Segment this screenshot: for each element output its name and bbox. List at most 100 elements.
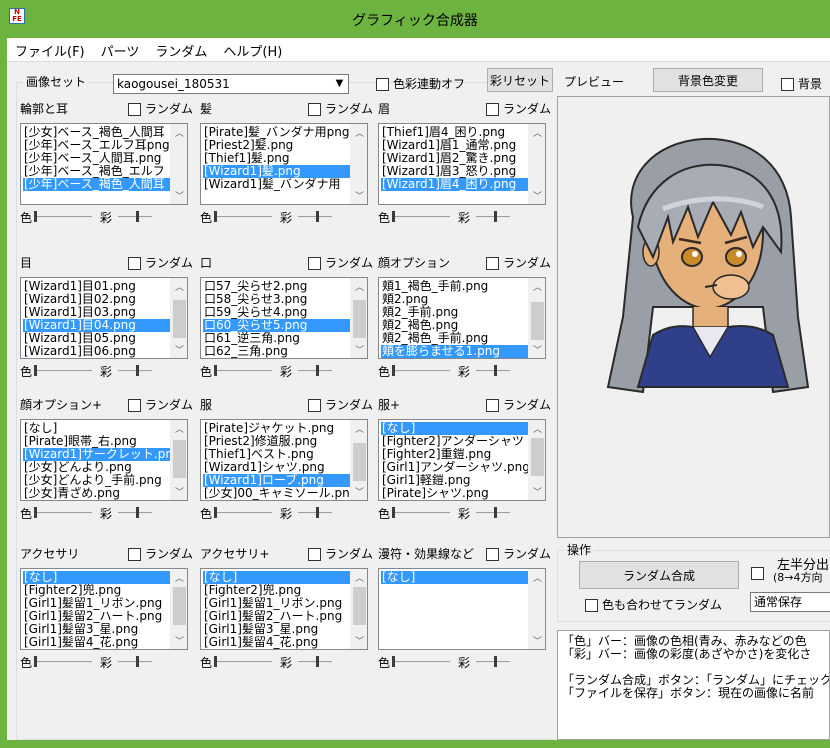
list-item[interactable]: [少女]ベース_褐色_人間耳 [23,126,170,139]
scroll-thumb[interactable] [353,587,366,625]
sat-slider-handle[interactable] [316,365,319,376]
list-item[interactable]: [Wizard1]眉3_怒り.png [381,165,528,178]
random-checkbox[interactable]: ランダム [128,547,193,561]
list-item[interactable]: [Wizard1]眉2_驚き.png [381,152,528,165]
chevron-up-icon[interactable]: ︿ [529,571,545,584]
list-item[interactable]: [Wizard1]サークレット.png [23,448,170,461]
parts-listbox[interactable]: [なし] [Fighter2]兜.png [Girl1]髪留1_リボン.png [Gi… [200,568,368,650]
scrollbar[interactable]: ︿ ﹀ [528,420,545,500]
checkbox-box[interactable] [751,567,764,580]
sat-slider-handle[interactable] [494,365,497,376]
random-checkbox[interactable]: ランダム [308,398,373,412]
list-item[interactable]: [Girl1]アンダーシャツ.png [381,461,528,474]
chevron-down-icon[interactable]: ﹀ [351,485,367,498]
color-slider-handle[interactable] [392,656,395,667]
random-checkbox[interactable]: ランダム [308,547,373,561]
list-item[interactable]: [Thief1]ベスト.png [203,448,350,461]
menu-help[interactable]: ヘルプ(H) [215,38,290,62]
scroll-thumb[interactable] [353,443,366,481]
bg-color-button[interactable]: 背景色変更 [653,68,763,92]
chevron-up-icon[interactable]: ︿ [171,571,187,584]
chevron-up-icon[interactable]: ︿ [171,280,187,293]
color-slider[interactable] [34,661,92,663]
random-checkbox[interactable]: ランダム [128,102,193,116]
checkbox-box[interactable] [308,547,321,561]
parts-listbox[interactable]: [なし] [Pirate]眼帯_右.png [Wizard1]サークレット.png[… [20,419,188,501]
list-item[interactable]: [Girl1]髪留3_星.png [203,623,350,636]
color-slider-handle[interactable] [214,365,217,376]
scrollbar[interactable]: ︿ ﹀ [170,124,187,204]
sat-slider-handle[interactable] [316,211,319,222]
checkbox-box[interactable] [486,547,499,561]
list-item[interactable]: [Wizard1]目01.png [23,280,170,293]
checkbox-box[interactable] [585,598,598,612]
color-random-checkbox[interactable]: 色も合わせてランダム [585,598,722,612]
split-checkbox[interactable] [751,567,768,580]
scrollbar[interactable]: ︿ ﹀ [528,124,545,204]
list-item[interactable]: [少年]ベース_褐色_人間耳 [23,178,170,191]
list-item[interactable]: 口62_三角.png [203,345,350,358]
checkbox-box[interactable] [486,256,499,270]
color-slider[interactable] [34,512,92,514]
list-item[interactable]: 口60_尖らせ5.png [203,319,350,332]
sat-slider[interactable] [118,216,152,218]
chevron-down-icon[interactable]: ﹀ [529,634,545,647]
checkbox-box[interactable] [308,256,321,270]
sat-slider[interactable] [476,370,510,372]
list-item[interactable]: [少女]どんより_手前.png [23,474,170,487]
list-item[interactable]: 頬2.png [381,293,528,306]
chevron-down-icon[interactable]: ﹀ [171,343,187,356]
chevron-down-icon[interactable]: ﹀ [351,189,367,202]
list-item[interactable]: 頬2_褐色_手前.png [381,332,528,345]
sat-slider[interactable] [298,370,332,372]
bg-checkbox[interactable]: 背景 [781,77,822,91]
chevron-down-icon[interactable]: ﹀ [529,343,545,356]
sat-slider-handle[interactable] [136,365,139,376]
list-item[interactable]: [Girl1]髪留1_リボン.png [23,597,170,610]
color-slider[interactable] [392,216,450,218]
saturation-reset-button[interactable]: 彩リセット [487,68,553,92]
color-slider[interactable] [214,216,272,218]
list-item[interactable]: [少年]ベース_エルフ耳png [23,139,170,152]
list-item[interactable]: 口57_尖らせ2.png [203,280,350,293]
list-item[interactable]: [Wizard1]目03.png [23,306,170,319]
list-item[interactable]: [少年]ベース_人間耳.png [23,152,170,165]
list-item[interactable]: [Girl1]髪留4_花.png [203,636,350,649]
menu-parts[interactable]: パーツ [93,38,148,62]
random-checkbox[interactable]: ランダム [128,256,193,270]
chevron-up-icon[interactable]: ︿ [171,126,187,139]
color-slider[interactable] [214,661,272,663]
scroll-thumb[interactable] [353,300,366,338]
chevron-down-icon[interactable]: ▼ [331,75,348,93]
random-checkbox[interactable]: ランダム [486,398,551,412]
random-checkbox[interactable]: ランダム [308,256,373,270]
sat-slider[interactable] [476,216,510,218]
list-item[interactable]: [なし] [23,422,170,435]
checkbox-box[interactable] [781,77,794,91]
checkbox-box[interactable] [308,398,321,412]
sat-slider-handle[interactable] [136,656,139,667]
scrollbar[interactable]: ︿ ﹀ [170,278,187,358]
color-slider[interactable] [392,512,450,514]
list-item[interactable]: [Pirate]髪_バンダナ用png [203,126,350,139]
list-item[interactable]: [Wizard1]髪_バンダナ用 [203,178,350,191]
list-item[interactable]: [Girl1]髪留1_リボン.png [203,597,350,610]
sat-slider-handle[interactable] [136,507,139,518]
sat-slider[interactable] [298,661,332,663]
scrollbar[interactable]: ︿ ﹀ [528,278,545,358]
sat-slider[interactable] [298,512,332,514]
chevron-up-icon[interactable]: ︿ [529,280,545,293]
checkbox-box[interactable] [376,77,389,91]
list-item[interactable]: [Wizard1]髪.png [203,165,350,178]
chevron-down-icon[interactable]: ﹀ [171,634,187,647]
parts-listbox[interactable]: [Wizard1]目01.png [Wizard1]目02.png [Wizard1… [20,277,188,359]
list-item[interactable]: [Fighter2]重鎧.png [381,448,528,461]
list-item[interactable]: [なし] [381,422,528,435]
color-slider[interactable] [34,370,92,372]
list-item[interactable]: [Wizard1]目06.png [23,345,170,358]
color-slider-handle[interactable] [214,211,217,222]
random-checkbox[interactable]: ランダム [308,102,373,116]
list-item[interactable]: [Wizard1]ローブ.png [203,474,350,487]
scrollbar[interactable]: ︿ ﹀ [170,569,187,649]
chevron-up-icon[interactable]: ︿ [351,280,367,293]
